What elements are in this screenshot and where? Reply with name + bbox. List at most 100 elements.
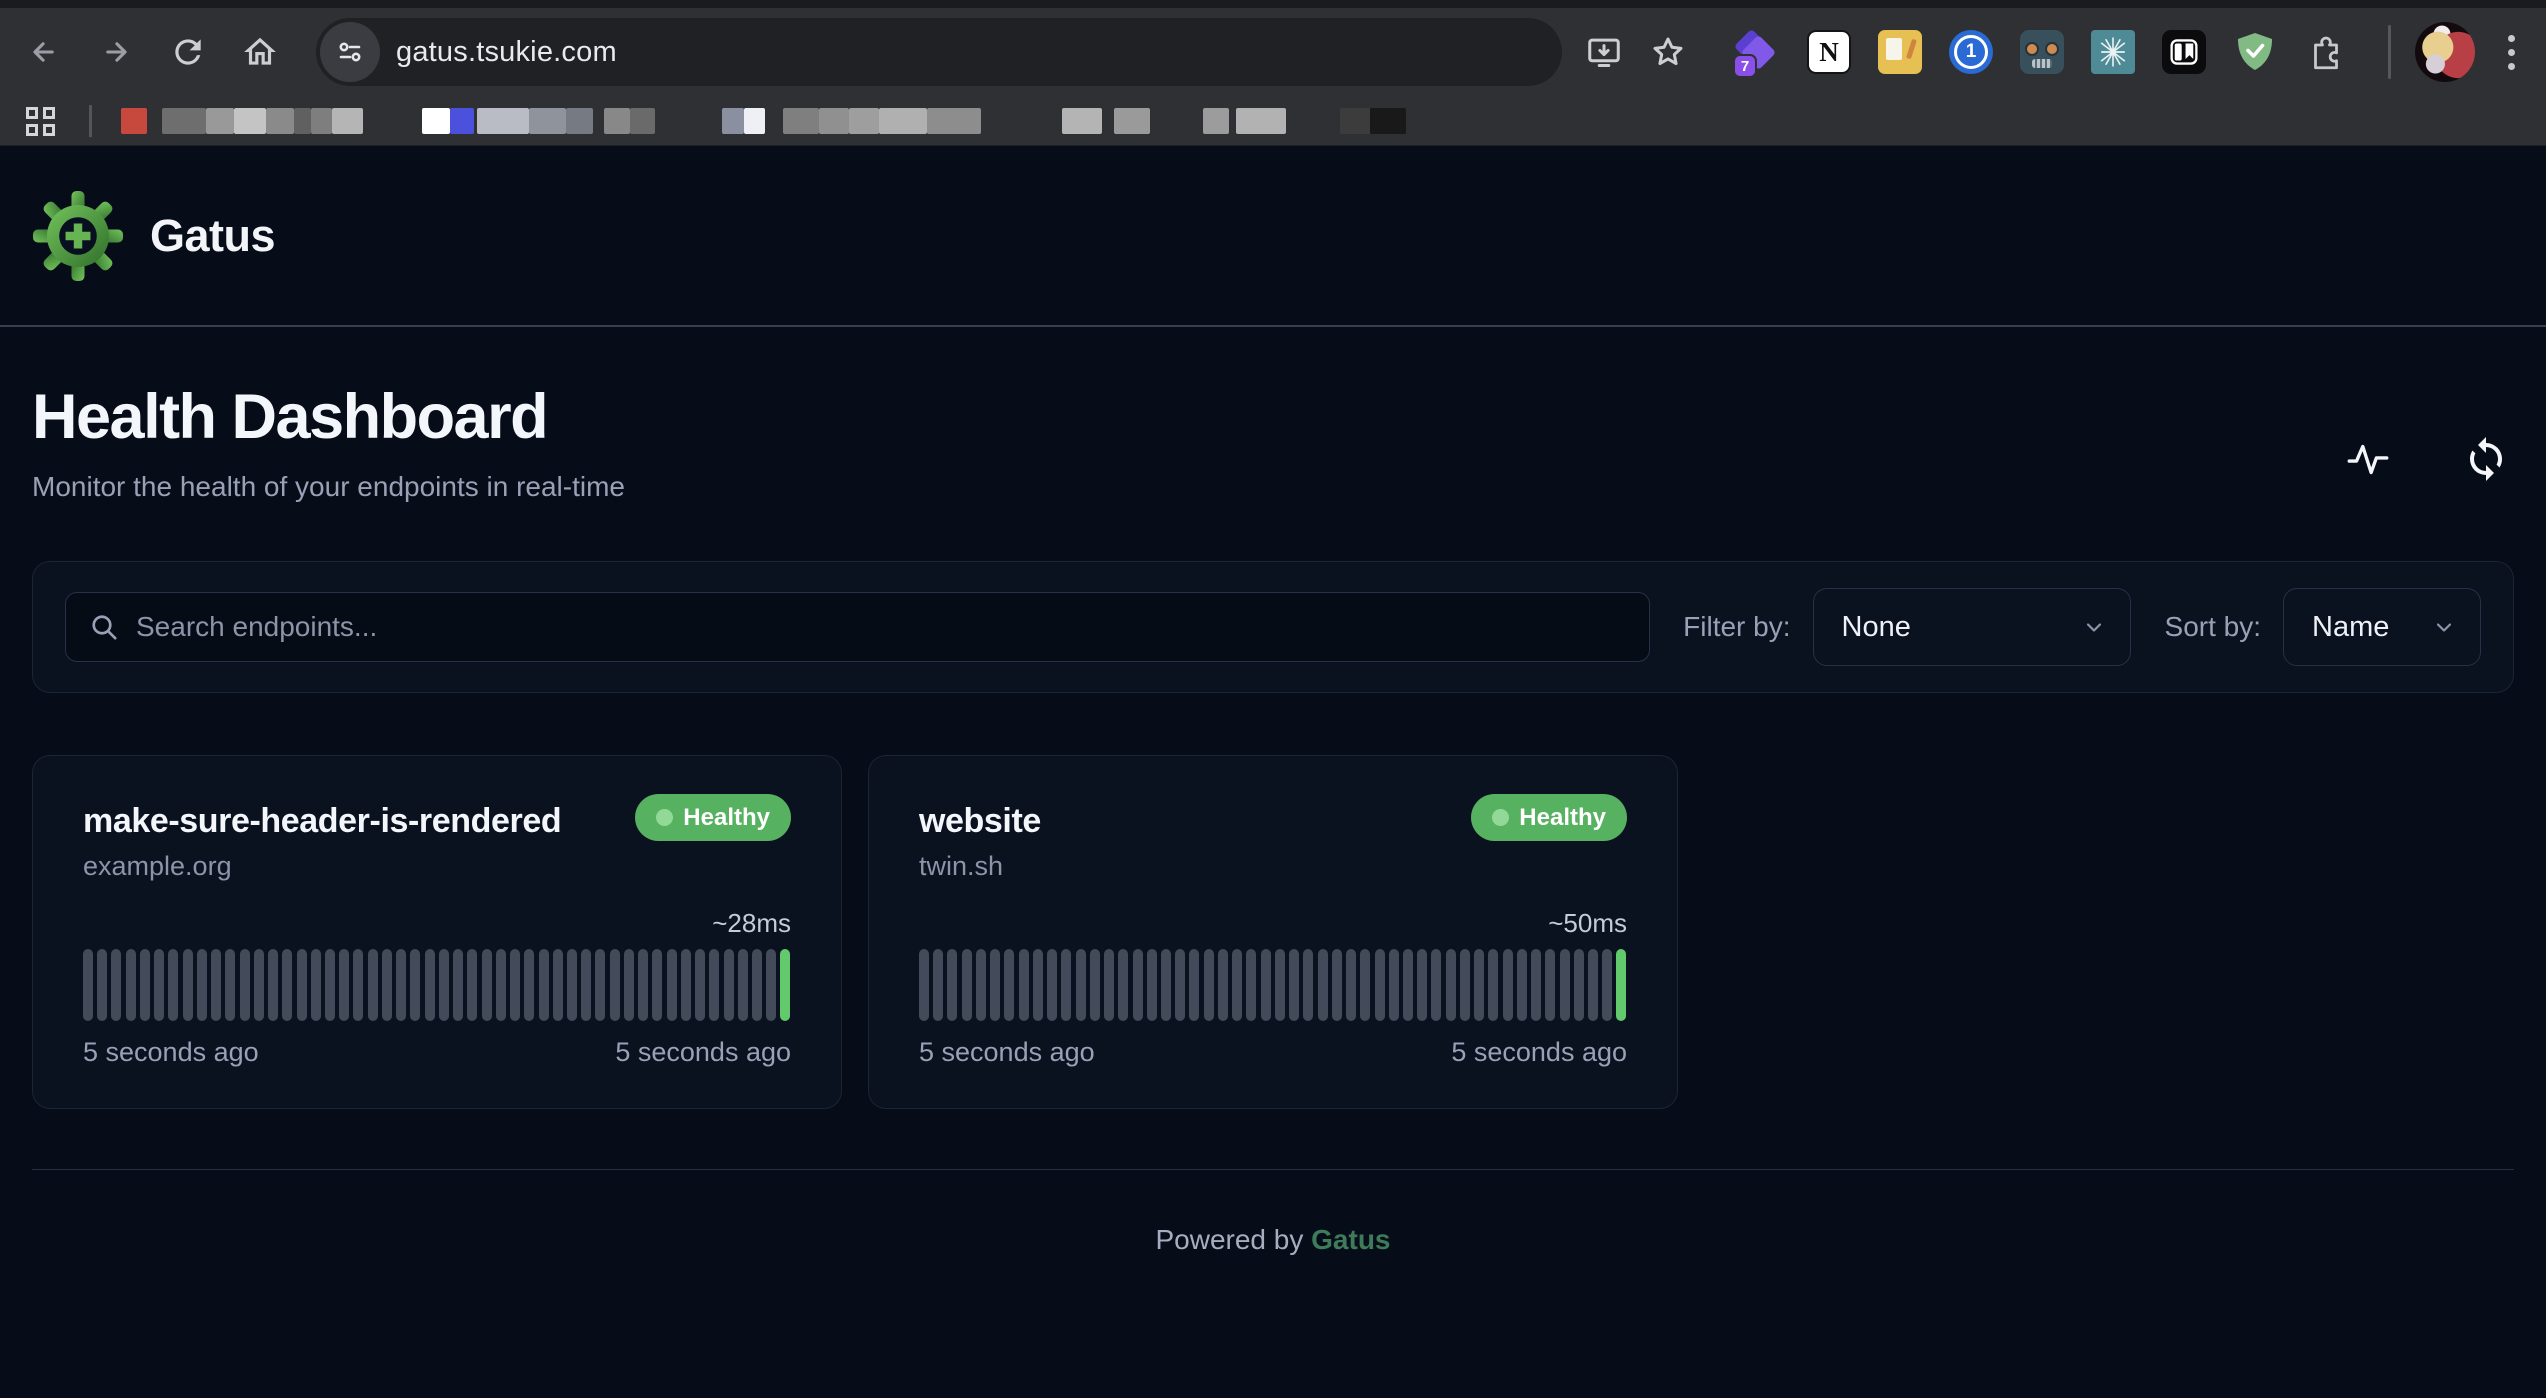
uptime-bar[interactable] bbox=[1531, 949, 1541, 1021]
endpoint-card[interactable]: make-sure-header-is-rendered Healthy exa… bbox=[32, 755, 842, 1109]
uptime-bar[interactable] bbox=[695, 949, 705, 1021]
uptime-bar[interactable] bbox=[268, 949, 278, 1021]
uptime-bar[interactable] bbox=[1488, 949, 1498, 1021]
uptime-bar[interactable] bbox=[111, 949, 121, 1021]
bookmark-redacted[interactable] bbox=[630, 108, 655, 134]
uptime-bar[interactable] bbox=[1246, 949, 1256, 1021]
uptime-bar[interactable] bbox=[1004, 949, 1014, 1021]
browser-menu-button[interactable] bbox=[2491, 35, 2531, 70]
uptime-bar[interactable] bbox=[510, 949, 520, 1021]
bookmark-redacted[interactable] bbox=[722, 108, 744, 134]
uptime-bar[interactable] bbox=[126, 949, 136, 1021]
uptime-bar[interactable] bbox=[1318, 949, 1328, 1021]
uptime-bar[interactable] bbox=[339, 949, 349, 1021]
activity-toggle-button[interactable] bbox=[2342, 433, 2394, 485]
bookmark-redacted[interactable] bbox=[206, 108, 234, 134]
site-info-button[interactable] bbox=[320, 22, 380, 82]
uptime-bar[interactable] bbox=[396, 949, 406, 1021]
uptime-bar[interactable] bbox=[1616, 949, 1626, 1021]
uptime-bar[interactable] bbox=[1204, 949, 1214, 1021]
uptime-bar[interactable] bbox=[240, 949, 250, 1021]
uptime-bar[interactable] bbox=[1161, 949, 1171, 1021]
uptime-bar[interactable] bbox=[553, 949, 563, 1021]
uptime-bar[interactable] bbox=[681, 949, 691, 1021]
uptime-bar[interactable] bbox=[297, 949, 307, 1021]
uptime-bar[interactable] bbox=[1375, 949, 1385, 1021]
profile-avatar[interactable] bbox=[2415, 22, 2475, 82]
uptime-bar[interactable] bbox=[425, 949, 435, 1021]
uptime-bar[interactable] bbox=[1147, 949, 1157, 1021]
apps-grid-button[interactable] bbox=[26, 107, 55, 136]
uptime-bar[interactable] bbox=[83, 949, 93, 1021]
uptime-bar[interactable] bbox=[1104, 949, 1114, 1021]
bookmark-redacted[interactable] bbox=[1236, 108, 1286, 134]
uptime-bar[interactable] bbox=[311, 949, 321, 1021]
uptime-bar[interactable] bbox=[539, 949, 549, 1021]
uptime-bar[interactable] bbox=[780, 949, 790, 1021]
folder-extension-icon[interactable] bbox=[1878, 30, 1922, 74]
bookmark-redacted[interactable] bbox=[234, 108, 266, 134]
uptime-bar[interactable] bbox=[1090, 949, 1100, 1021]
uptime-bar[interactable] bbox=[1076, 949, 1086, 1021]
uptime-bar[interactable] bbox=[453, 949, 463, 1021]
uptime-bar[interactable] bbox=[1446, 949, 1456, 1021]
uptime-bar[interactable] bbox=[567, 949, 577, 1021]
uptime-bar[interactable] bbox=[595, 949, 605, 1021]
bookmark-redacted[interactable] bbox=[1203, 108, 1229, 134]
uptime-bar[interactable] bbox=[211, 949, 221, 1021]
uptime-bar[interactable] bbox=[1389, 949, 1399, 1021]
uptime-bar[interactable] bbox=[766, 949, 776, 1021]
uptime-bar[interactable] bbox=[467, 949, 477, 1021]
uptime-bar[interactable] bbox=[1289, 949, 1299, 1021]
uptime-bar[interactable] bbox=[1033, 949, 1043, 1021]
uptime-bar[interactable] bbox=[1360, 949, 1370, 1021]
uptime-bar[interactable] bbox=[1545, 949, 1555, 1021]
uptime-bar[interactable] bbox=[1517, 949, 1527, 1021]
endpoint-card[interactable]: website Healthy twin.sh ~50ms 5 seconds … bbox=[868, 755, 1678, 1109]
uptime-bar[interactable] bbox=[368, 949, 378, 1021]
extensions-menu-button[interactable] bbox=[2304, 30, 2348, 74]
bookmark-redacted[interactable] bbox=[1370, 108, 1406, 134]
uptime-bar[interactable] bbox=[496, 949, 506, 1021]
uptime-bar[interactable] bbox=[1460, 949, 1470, 1021]
uptime-bar[interactable] bbox=[382, 949, 392, 1021]
uptime-bar[interactable] bbox=[1602, 949, 1612, 1021]
uptime-bar[interactable] bbox=[610, 949, 620, 1021]
uptime-bar[interactable] bbox=[667, 949, 677, 1021]
notion-extension-icon[interactable]: N bbox=[1807, 30, 1851, 74]
bookmark-redacted[interactable] bbox=[1062, 108, 1102, 134]
gem-extension-icon[interactable]: 7 bbox=[1736, 30, 1780, 74]
uptime-bar[interactable] bbox=[282, 949, 292, 1021]
bookmark-redacted[interactable] bbox=[1340, 108, 1370, 134]
uptime-bar[interactable] bbox=[1232, 949, 1242, 1021]
bookmark-redacted[interactable] bbox=[529, 108, 566, 134]
bookmark-redacted[interactable] bbox=[266, 108, 294, 134]
footer-brand-link[interactable]: Gatus bbox=[1311, 1224, 1390, 1255]
uptime-bar[interactable] bbox=[439, 949, 449, 1021]
bookmark-redacted[interactable] bbox=[849, 108, 879, 134]
reload-button[interactable] bbox=[160, 24, 216, 80]
bookmark-redacted[interactable] bbox=[311, 108, 332, 134]
uptime-bar[interactable] bbox=[581, 949, 591, 1021]
bookmark-redacted[interactable] bbox=[927, 108, 981, 134]
bookmark-redacted[interactable] bbox=[1114, 108, 1150, 134]
uptime-bar[interactable] bbox=[1474, 949, 1484, 1021]
uptime-bar[interactable] bbox=[353, 949, 363, 1021]
back-button[interactable] bbox=[16, 24, 72, 80]
uptime-bar[interactable] bbox=[1560, 949, 1570, 1021]
uptime-bar[interactable] bbox=[1061, 949, 1071, 1021]
uptime-bar[interactable] bbox=[254, 949, 264, 1021]
uptime-bar[interactable] bbox=[1189, 949, 1199, 1021]
bookmark-redacted[interactable] bbox=[879, 108, 927, 134]
uptime-bar[interactable] bbox=[1588, 949, 1598, 1021]
uptime-bar[interactable] bbox=[1332, 949, 1342, 1021]
uptime-bar[interactable] bbox=[933, 949, 943, 1021]
uptime-bar[interactable] bbox=[947, 949, 957, 1021]
uptime-bar[interactable] bbox=[1275, 949, 1285, 1021]
uptime-bar[interactable] bbox=[709, 949, 719, 1021]
uptime-bar[interactable] bbox=[482, 949, 492, 1021]
install-app-button[interactable] bbox=[1576, 24, 1632, 80]
bookmark-redacted[interactable] bbox=[121, 108, 147, 134]
bookmark-star-button[interactable] bbox=[1640, 24, 1696, 80]
bookmark-redacted[interactable] bbox=[477, 108, 529, 134]
